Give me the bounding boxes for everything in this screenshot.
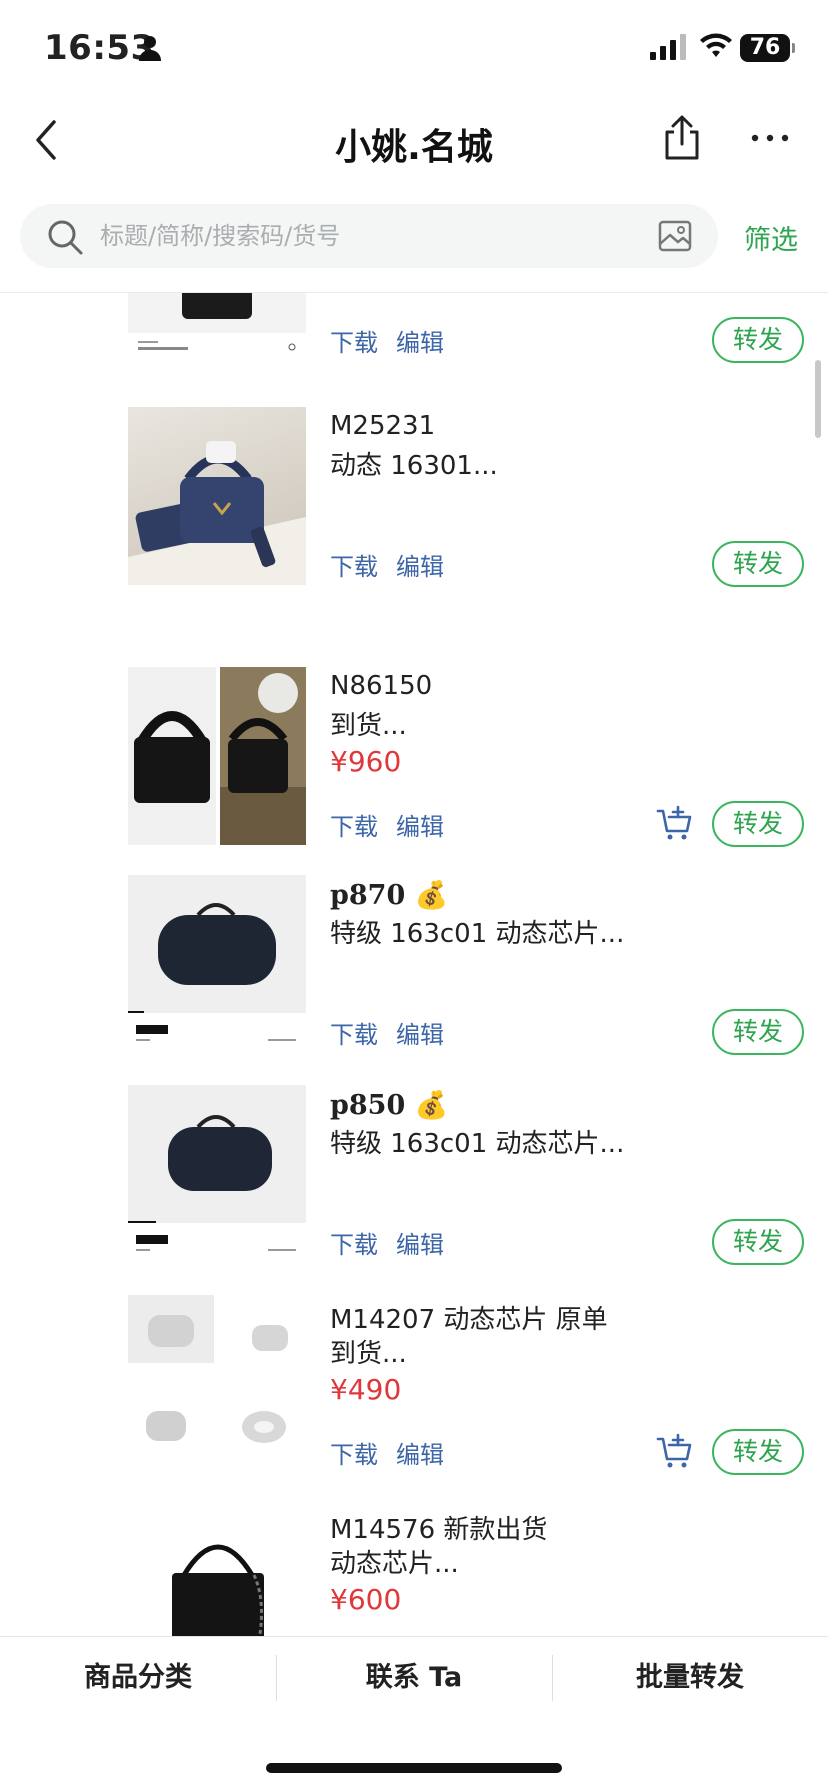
item-desc: 到货... (330, 711, 407, 741)
download-link[interactable]: 下载 (330, 553, 378, 581)
forward-button[interactable]: 转发 (712, 1429, 804, 1475)
edit-link[interactable]: 编辑 (396, 1021, 444, 1049)
battery-icon: 76 (740, 34, 795, 62)
search-bar (20, 204, 718, 268)
filter-button[interactable]: 筛选 (744, 218, 798, 257)
item-title: M14576 新款出货 (330, 1515, 548, 1545)
list-item[interactable]: 下载 编辑 转发 (0, 293, 828, 393)
list-item[interactable]: p870 💰 特级 163c01 动态芯片... 下载 编辑 转发 (0, 875, 828, 1085)
forward-button[interactable]: 转发 (712, 1219, 804, 1265)
item-desc: 特级 163c01 动态芯片... (330, 919, 625, 949)
home-indicator[interactable] (266, 1763, 562, 1773)
item-desc: 特级 163c01 动态芯片... (330, 1129, 625, 1159)
item-desc: 动态芯片... (330, 1549, 459, 1579)
product-thumbnail[interactable] (128, 667, 306, 845)
download-link[interactable]: 下载 (330, 1231, 378, 1259)
list-item[interactable]: M25231 动态 16301... 下载 编辑 转发 (0, 407, 828, 617)
forward-button[interactable]: 转发 (712, 317, 804, 363)
item-actions: 下载 编辑 (330, 1225, 462, 1260)
list-item[interactable]: p850 💰 特级 163c01 动态芯片... 下载 编辑 转发 (0, 1085, 828, 1295)
item-title: M14207 动态芯片 原单 (330, 1305, 608, 1335)
product-thumbnail[interactable] (128, 1505, 306, 1636)
edit-link[interactable]: 编辑 (396, 329, 444, 357)
item-actions: 下载 编辑 (330, 1015, 462, 1050)
add-to-cart-icon[interactable] (656, 1433, 694, 1471)
tab-contact[interactable]: 联系 Ta (276, 1637, 552, 1757)
item-desc: 动态 16301... (330, 451, 498, 481)
item-actions: 下载 编辑 (330, 323, 462, 358)
product-thumbnail[interactable] (128, 407, 306, 585)
item-price: ¥600 (330, 1583, 402, 1616)
bottom-tab-bar: 商品分类 联系 Ta 批量转发 (0, 1636, 828, 1756)
item-price: ¥960 (330, 745, 402, 778)
edit-link[interactable]: 编辑 (396, 1231, 444, 1259)
add-to-cart-icon[interactable] (656, 805, 694, 843)
download-link[interactable]: 下载 (330, 813, 378, 841)
item-actions: 下载 编辑 (330, 1435, 462, 1470)
item-title: p870 💰 (330, 880, 449, 911)
forward-button[interactable]: 转发 (712, 801, 804, 847)
edit-link[interactable]: 编辑 (396, 553, 444, 581)
product-thumbnail[interactable] (128, 1295, 306, 1473)
item-title: N86150 (330, 671, 433, 701)
product-thumbnail[interactable] (128, 1085, 306, 1263)
item-desc: 到货... (330, 1339, 407, 1369)
edit-link[interactable]: 编辑 (396, 1441, 444, 1469)
tab-category[interactable]: 商品分类 (0, 1637, 276, 1757)
image-search-icon[interactable] (658, 220, 692, 252)
scrollbar[interactable] (815, 360, 821, 438)
search-input[interactable] (100, 214, 660, 258)
share-icon[interactable] (660, 114, 704, 162)
product-thumbnail[interactable] (128, 875, 306, 1053)
item-actions: 下载 编辑 (330, 547, 462, 582)
person-icon (139, 36, 161, 61)
tab-batch-forward[interactable]: 批量转发 (552, 1637, 828, 1757)
status-bar: 16:53 76 (0, 0, 828, 96)
list-item[interactable]: N86150 到货... ¥960 下载 编辑 转发 (0, 667, 828, 877)
product-thumbnail[interactable] (128, 293, 306, 361)
more-icon[interactable] (750, 126, 790, 150)
search-icon (48, 220, 83, 255)
product-list[interactable]: 下载 编辑 转发 M25231 动态 16301... 下载 编辑 转发 N8615… (0, 293, 828, 1636)
item-title: M25231 (330, 411, 436, 441)
edit-link[interactable]: 编辑 (396, 813, 444, 841)
item-actions: 下载 编辑 (330, 807, 462, 842)
list-item[interactable]: M14207 动态芯片 原单 到货... ¥490 下载 编辑 转发 (0, 1295, 828, 1505)
download-link[interactable]: 下载 (330, 1021, 378, 1049)
forward-button[interactable]: 转发 (712, 541, 804, 587)
wifi-icon (700, 33, 732, 57)
item-price: ¥490 (330, 1373, 402, 1406)
list-item[interactable]: M14576 新款出货 动态芯片... ¥600 (0, 1505, 828, 1636)
cellular-signal-icon (650, 34, 686, 60)
download-link[interactable]: 下载 (330, 1441, 378, 1469)
download-link[interactable]: 下载 (330, 329, 378, 357)
forward-button[interactable]: 转发 (712, 1009, 804, 1055)
nav-bar: 小姚.名城 (0, 96, 828, 186)
item-title: p850 💰 (330, 1090, 449, 1121)
